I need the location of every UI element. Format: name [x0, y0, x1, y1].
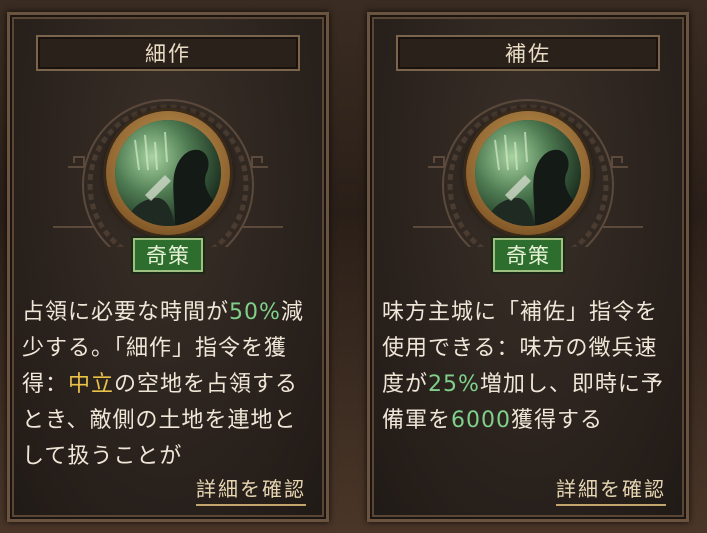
- desc-highlight-keyword[interactable]: 中立: [68, 372, 114, 397]
- medal-area: 奇策: [10, 85, 326, 285]
- desc-highlight: 25%: [428, 372, 480, 397]
- skill-medal: [106, 111, 230, 235]
- skill-medal: [466, 111, 590, 235]
- skill-description: 占領に必要な時間が50%減少する。「細作」指令を獲得：中立の空地を占領するとき、…: [22, 295, 318, 475]
- desc-text: 占領に必要な時間が: [22, 300, 230, 325]
- strategist-silhouette-icon: [475, 120, 581, 226]
- skill-type-badge: 奇策: [493, 238, 563, 272]
- view-details-link[interactable]: 詳細を確認: [556, 473, 666, 506]
- desc-text: 獲得する: [511, 408, 604, 433]
- strategist-silhouette-icon: [115, 120, 221, 226]
- card-title: 補佐: [396, 35, 660, 71]
- skill-description: 味方主城に「補佐」指令を使用できる：味方の徴兵速度が25%増加し、即時に予備軍を…: [382, 295, 678, 439]
- skill-card-hosa[interactable]: 補佐 奇策 味方主城に「補佐」指令を使用できる：味方の徴兵速度が25%増加し、即…: [367, 12, 689, 522]
- skill-type-badge: 奇策: [133, 238, 203, 272]
- skill-card-saisaku[interactable]: 細作 奇策 占領に必要な時間が50%減少する。「細作」指令を獲得：中立の空地を占…: [7, 12, 329, 522]
- desc-highlight: 50%: [229, 300, 281, 325]
- view-details-link[interactable]: 詳細を確認: [196, 473, 306, 506]
- desc-highlight: 6000: [451, 408, 512, 433]
- medal-area: 奇策: [370, 85, 686, 285]
- card-title: 細作: [36, 35, 300, 71]
